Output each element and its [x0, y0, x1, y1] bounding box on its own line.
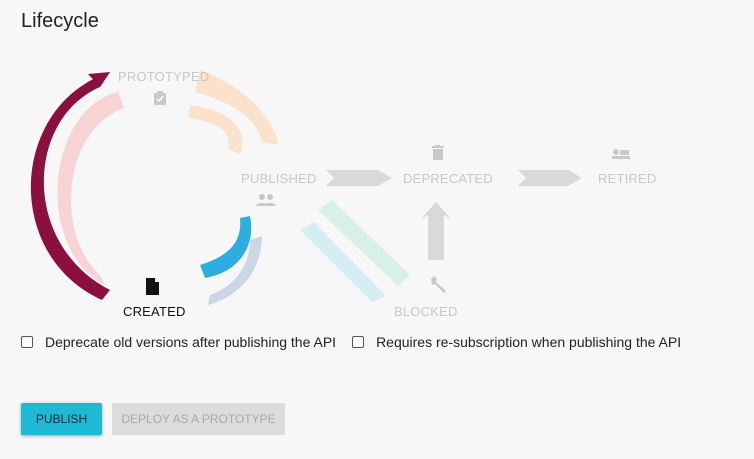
retired-icon: [612, 147, 630, 165]
state-prototyped-label[interactable]: PROTOTYPED: [118, 69, 209, 84]
lifecycle-options: Deprecate old versions after publishing …: [21, 334, 697, 350]
state-deprecated-label[interactable]: DEPRECATED: [403, 171, 493, 186]
arrow-blocked-to-deprecated[interactable]: [420, 202, 452, 260]
trash-icon: [431, 145, 445, 166]
clipboard-check-icon: [152, 90, 168, 111]
requires-resubscription-option[interactable]: Requires re-subscription when publishing…: [352, 334, 681, 350]
state-published-label[interactable]: PUBLISHED: [241, 171, 317, 186]
deprecate-old-versions-checkbox[interactable]: [21, 336, 33, 348]
people-icon: [256, 193, 276, 212]
requires-resubscription-label: Requires re-subscription when publishing…: [376, 334, 682, 350]
arrow-deprecated-to-retired[interactable]: [518, 170, 582, 186]
publish-button[interactable]: PUBLISH: [21, 403, 102, 435]
document-icon: [146, 278, 159, 300]
state-retired-label[interactable]: RETIRED: [598, 171, 656, 186]
arrow-published-to-deprecated[interactable]: [326, 170, 392, 186]
lifecycle-diagram: PROTOTYPED PUBLISHED DEPRECATED RETIRED …: [0, 50, 754, 330]
state-created-label[interactable]: CREATED: [123, 304, 186, 319]
page-title: Lifecycle: [21, 10, 99, 32]
requires-resubscription-checkbox[interactable]: [352, 336, 365, 348]
state-blocked-label[interactable]: BLOCKED: [394, 304, 458, 319]
deprecate-old-versions-label: Deprecate old versions after publishing …: [45, 334, 337, 350]
deploy-as-prototype-button[interactable]: DEPLOY AS A PROTOTYPE: [112, 403, 285, 435]
deprecate-old-versions-option[interactable]: Deprecate old versions after publishing …: [21, 334, 336, 350]
wrench-icon: [429, 276, 447, 299]
